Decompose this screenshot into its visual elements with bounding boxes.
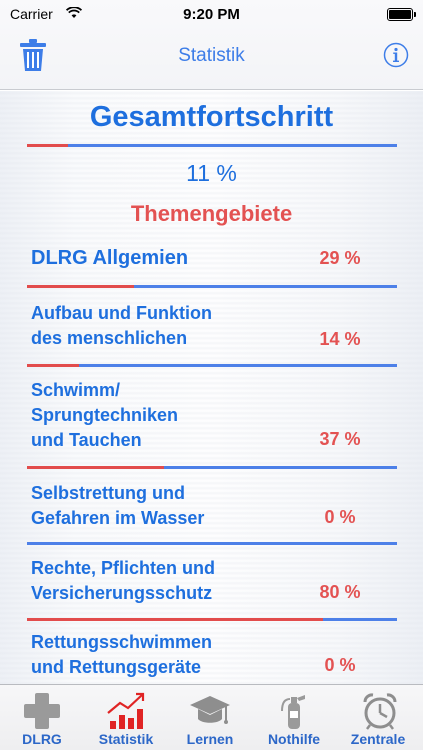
topic-name: DLRG Allgemien	[31, 246, 188, 271]
topic-name-line: und Tauchen	[31, 430, 142, 450]
tab-label: Nothilfe	[267, 731, 321, 747]
tab-lernen[interactable]: Lernen	[168, 685, 252, 750]
top-bar: Carrier 9:20 PM Statistik	[0, 0, 423, 90]
topic-percent: 0 %	[324, 507, 356, 527]
topic-name-line: DLRG Allgemien	[31, 247, 189, 269]
topic-item[interactable]: Rettungsschwimmen und Rettungsgeräte 0 %	[0, 623, 423, 684]
topic-percent: 80 %	[319, 582, 361, 602]
topic-name-line: und Rettungsgeräte	[31, 657, 202, 677]
tab-label: Lernen	[186, 731, 234, 747]
topic-item[interactable]: Rechte, Pflichten und Versicherungsschut…	[0, 546, 423, 623]
topic-progress-fill	[27, 618, 323, 621]
tab-bar: DLRG Statistik Lernen Nothilfe Zentrale	[0, 684, 423, 750]
topic-percent: 14 %	[319, 329, 361, 349]
alarm-clock-icon	[362, 693, 397, 730]
overall-percent: 11 %	[186, 160, 237, 186]
tab-label: DLRG	[22, 731, 62, 747]
topic-progress-fill	[27, 285, 135, 288]
fire-extinguisher-icon	[281, 695, 305, 729]
section-title: Themengebiete	[130, 201, 293, 226]
topic-progress-bar	[27, 364, 397, 367]
tab-nothilfe[interactable]: Nothilfe	[252, 685, 336, 750]
info-icon[interactable]	[383, 42, 409, 68]
topic-name-line: des menschlichen	[31, 328, 188, 348]
topic-progress-fill	[27, 466, 164, 469]
nav-title: Statistik	[178, 45, 245, 66]
topic-name-line: Rettungsschwimmen	[31, 632, 213, 652]
topic-progress-bar	[27, 618, 397, 621]
topic-name-line: Aufbau und Funktion	[31, 303, 212, 323]
topic-name: Selbstrettung und Gefahren im Wasser	[31, 481, 204, 531]
bar-chart-icon	[107, 692, 145, 729]
statistics-content[interactable]: Gesamtfortschritt 11 % Themengebiete DLR…	[0, 91, 423, 684]
graduation-cap-icon	[190, 696, 230, 724]
topic-progress-bar	[27, 285, 397, 288]
topic-progress-bar	[27, 466, 397, 469]
tab-statistik[interactable]: Statistik	[84, 685, 168, 750]
topic-item[interactable]: Selbstrettung und Gefahren im Wasser 0 %	[0, 471, 423, 546]
overall-progress-fill	[27, 144, 68, 147]
topic-item[interactable]: DLRG Allgemien 29 %	[0, 236, 423, 291]
topic-name-line: Rechte, Pflichten und	[31, 558, 216, 578]
topic-item[interactable]: Schwimm/ Sprungtechniken und Tauchen 37 …	[0, 371, 423, 471]
topic-percent: 0 %	[324, 655, 356, 675]
status-time: 9:20 PM	[183, 6, 240, 23]
topic-progress-bar	[27, 542, 397, 545]
topic-name-line: Schwimm/	[31, 380, 121, 400]
status-bar: Carrier 9:20 PM	[0, 0, 423, 30]
topic-progress-fill	[27, 364, 79, 367]
topic-name-line: Sprungtechniken	[31, 405, 179, 425]
topic-percent: 37 %	[319, 429, 361, 449]
topic-name-line: Gefahren im Wasser	[31, 508, 205, 528]
topic-item[interactable]: Aufbau und Funktion des menschlichen 14 …	[0, 291, 423, 371]
topic-percent: 29 %	[319, 248, 361, 268]
topic-name: Rechte, Pflichten und Versicherungsschut…	[31, 556, 215, 606]
topic-name: Rettungsschwimmen und Rettungsgeräte	[31, 630, 212, 680]
tab-dlrg[interactable]: DLRG	[0, 685, 84, 750]
cross-icon	[24, 693, 60, 729]
topic-name: Schwimm/ Sprungtechniken und Tauchen	[31, 378, 178, 453]
tab-zentrale[interactable]: Zentrale	[336, 685, 423, 750]
overall-title: Gesamtfortschritt	[89, 101, 334, 133]
topic-name-line: Versicherungsschutz	[31, 583, 213, 603]
battery-icon	[387, 8, 416, 21]
topic-name: Aufbau und Funktion des menschlichen	[31, 301, 212, 351]
tab-label: Statistik	[98, 731, 154, 747]
topic-name-line: Selbstrettung und	[31, 483, 185, 503]
overall-progress-bar	[27, 144, 397, 147]
tab-label: Zentrale	[350, 731, 406, 747]
